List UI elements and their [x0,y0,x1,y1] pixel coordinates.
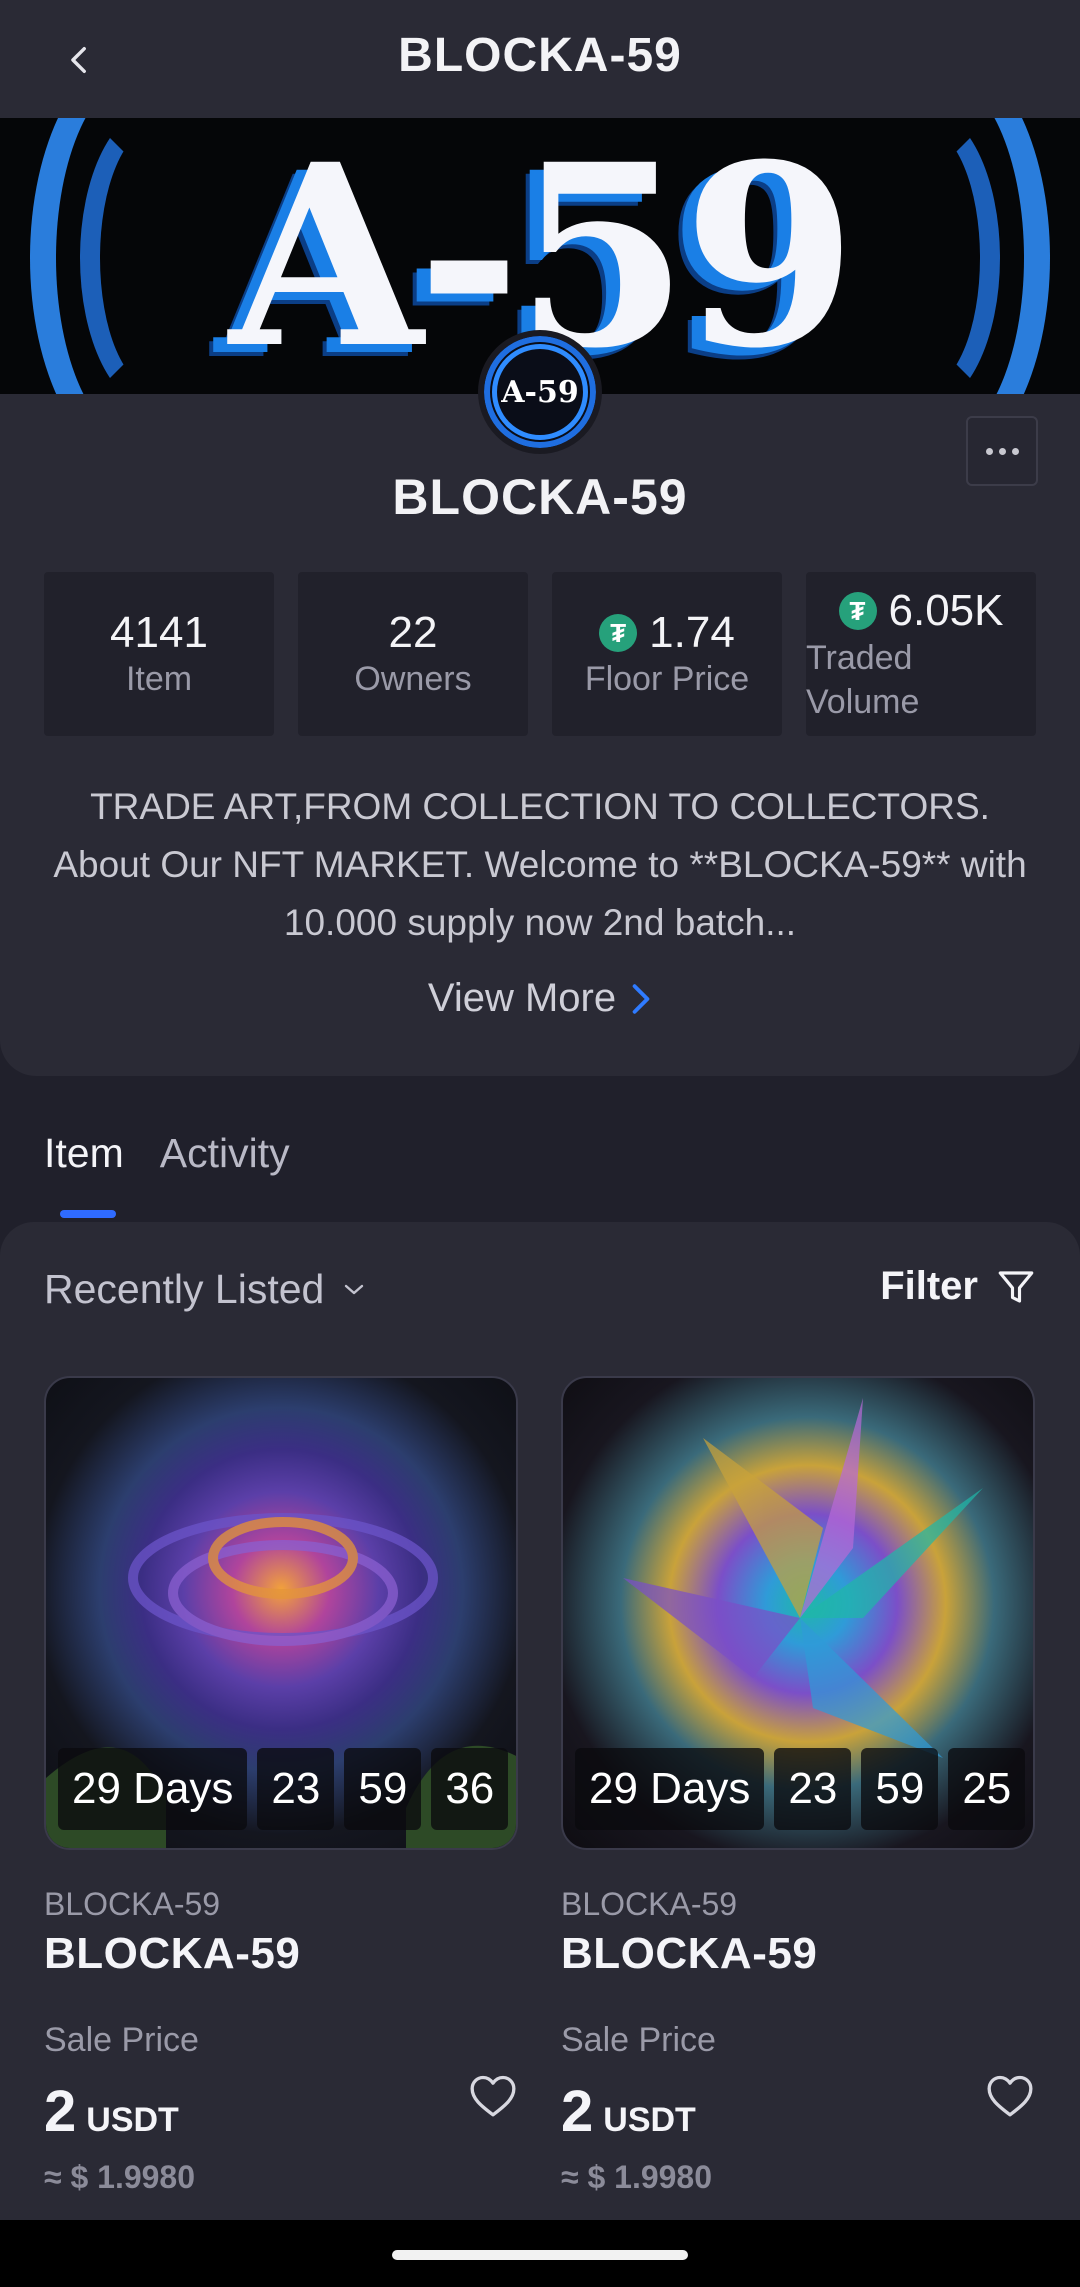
tab-activity[interactable]: Activity [160,1130,290,1177]
chevron-right-icon [632,983,650,1014]
heart-icon[interactable] [468,2072,518,2118]
stat-floor-value: 1.74 [649,608,735,657]
stat-volume-label: Traded Volume [806,639,920,721]
price-usd-approx: ≈ $ 1.9980 [44,2159,196,2195]
filter-button[interactable]: Filter [880,1264,1038,1309]
stat-traded-volume: ₮ 6.05K Traded Volume [806,572,1036,736]
sale-price-label: Sale Price [561,2021,716,2059]
view-more-label: View More [427,976,617,1020]
stat-owners-label: Owners [354,660,472,698]
sort-dropdown[interactable]: Recently Listed [44,1266,366,1313]
stat-floor-price: ₮ 1.74 Floor Price [552,572,782,736]
nft-image[interactable]: 29 Days 23 59 25 [561,1376,1035,1850]
chevron-down-icon [345,1284,364,1294]
avatar-logo-text: A-59 [492,344,588,440]
listing-panel: Recently Listed Filter 29 Days 23 59 36 … [0,1222,1080,2222]
view-more-link[interactable]: View More [0,976,1080,1021]
more-dots-icon [985,447,993,455]
countdown-timer: 29 Days 23 59 36 [58,1748,509,1830]
sort-label: Recently Listed [44,1266,325,1312]
tether-icon: ₮ [599,614,638,652]
price-currency: USDT [603,2101,696,2139]
stat-floor-label: Floor Price [584,660,750,698]
timer-minutes: 59 [861,1748,939,1830]
sale-price-label: Sale Price [44,2021,199,2059]
nft-name: BLOCKA-59 [561,1929,818,1978]
timer-hours: 23 [774,1748,852,1830]
more-dot [998,447,1006,455]
collection-avatar: A-59 [478,330,602,454]
timer-seconds: 25 [948,1748,1026,1830]
nft-card[interactable]: 29 Days 23 59 25 BLOCKA-59 BLOCKA-59 Sal… [561,1376,1035,2196]
top-app-bar: BLOCKA-59 [0,0,1080,118]
tab-active-indicator [60,1210,116,1218]
timer-hours: 23 [257,1748,335,1830]
stat-items-label: Item [125,660,193,698]
price-value: 2 [44,2079,77,2144]
nft-price: 2 USDT [44,2078,518,2145]
tether-icon: ₮ [838,592,877,630]
stat-items-value: 4141 [110,608,208,657]
nft-image[interactable]: 29 Days 23 59 36 [44,1376,518,1850]
price-value: 2 [561,2079,594,2144]
stat-items: 4141 Item [44,572,274,736]
stat-floor-row: ₮ 1.74 [552,608,782,658]
countdown-timer: 29 Days 23 59 25 [575,1748,1026,1830]
filter-label: Filter [880,1264,978,1308]
system-navigation-bar [0,2220,1080,2287]
collection-description: TRADE ART,FROM COLLECTION TO COLLECTORS.… [53,786,1027,943]
stat-owners-value: 22 [388,608,438,657]
tab-bar: Item Activity [44,1130,290,1177]
stat-volume-row: ₮ 6.05K [806,586,1036,636]
home-indicator[interactable] [392,2250,688,2260]
heart-icon[interactable] [985,2072,1035,2118]
timer-minutes: 59 [344,1748,422,1830]
nft-card[interactable]: 29 Days 23 59 36 BLOCKA-59 BLOCKA-59 Sal… [44,1376,518,2196]
page-title: BLOCKA-59 [398,29,682,82]
price-usd-approx: ≈ $ 1.9980 [561,2159,713,2195]
timer-days: 29 Days [575,1748,765,1830]
collection-page: BLOCKA-59 A-59 BLOCKA-59 4141 Item 22 Ow… [0,0,1080,2287]
filter-icon [998,1270,1034,1303]
stat-owners: 22 Owners [298,572,528,736]
collection-name: BLOCKA-59 [392,469,688,525]
collection-header: BLOCKA-59 4141 Item 22 Owners ₮ 1.74 Flo… [0,394,1080,1076]
nft-collection-name: BLOCKA-59 [561,1886,738,1922]
stat-volume-value: 6.05K [888,586,1004,635]
timer-days: 29 Days [58,1748,248,1830]
more-dot [1011,447,1019,455]
nft-collection-name: BLOCKA-59 [44,1886,221,1922]
nft-name: BLOCKA-59 [44,1929,301,1978]
collection-stats: 4141 Item 22 Owners ₮ 1.74 Floor Price ₮… [44,572,1036,736]
tab-item[interactable]: Item [44,1130,124,1177]
timer-seconds: 36 [431,1748,509,1830]
price-currency: USDT [86,2101,179,2139]
nft-price: 2 USDT [561,2078,1035,2145]
